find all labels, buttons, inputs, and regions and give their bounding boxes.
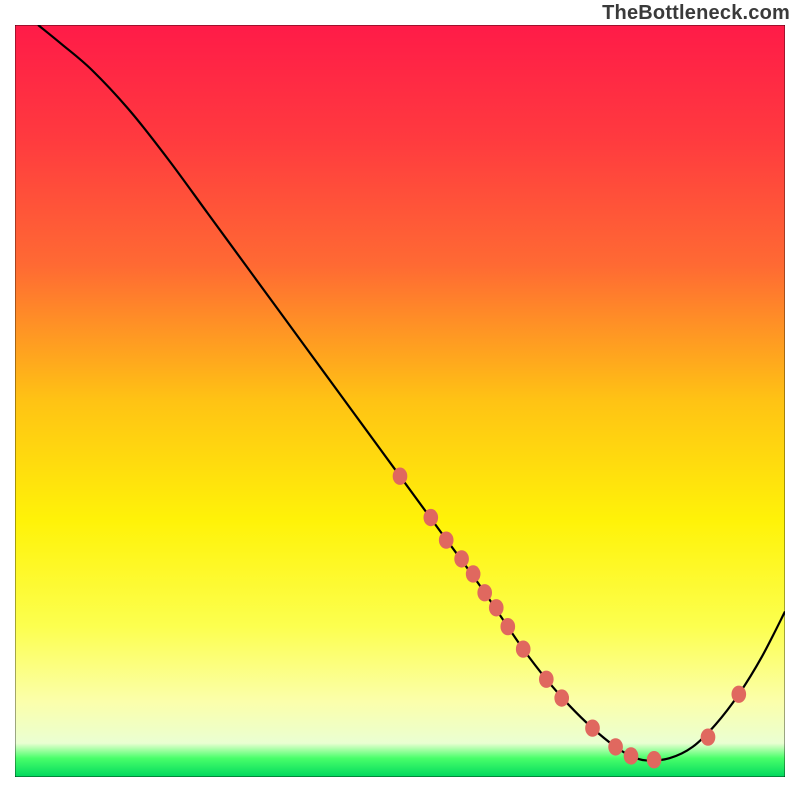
data-point	[554, 689, 569, 706]
watermark-text: TheBottleneck.com	[602, 2, 790, 25]
data-point	[489, 599, 504, 616]
data-point	[624, 747, 639, 764]
data-point	[585, 719, 600, 736]
chart-svg	[15, 25, 785, 777]
data-point	[454, 550, 469, 567]
data-point	[701, 728, 716, 745]
data-point	[439, 531, 454, 548]
data-point	[516, 641, 531, 658]
chart-background	[15, 25, 785, 777]
data-point	[477, 584, 492, 601]
data-point	[423, 509, 438, 526]
data-point	[466, 565, 481, 582]
data-point	[539, 671, 554, 688]
data-point	[393, 468, 408, 485]
data-point	[731, 686, 746, 703]
data-point	[647, 751, 662, 768]
data-point	[608, 738, 623, 755]
data-point	[500, 618, 515, 635]
chart-container: TheBottleneck.com	[0, 0, 800, 800]
